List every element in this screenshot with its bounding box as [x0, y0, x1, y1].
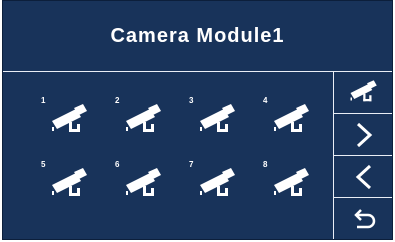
security-camera-icon — [272, 104, 312, 138]
camera-number: 3 — [189, 96, 194, 105]
return-arrow-icon — [354, 208, 376, 228]
camera-number: 8 — [263, 160, 268, 169]
security-camera-icon — [50, 168, 90, 202]
camera-button-6[interactable]: 6 — [115, 160, 185, 220]
chevron-right-icon — [356, 122, 373, 147]
chevron-left-icon — [355, 164, 372, 189]
security-camera-icon — [198, 104, 238, 138]
camera-button-5[interactable]: 5 — [41, 160, 111, 220]
camera-number: 2 — [115, 96, 120, 105]
next-page-button[interactable] — [334, 114, 392, 156]
camera-number: 1 — [41, 96, 46, 105]
security-camera-icon — [349, 80, 379, 106]
previous-page-button[interactable] — [334, 156, 392, 198]
camera-button-3[interactable]: 3 — [189, 96, 259, 156]
back-button[interactable] — [334, 198, 392, 239]
camera-button-4[interactable]: 4 — [263, 96, 333, 156]
camera-mode-button[interactable] — [334, 72, 392, 114]
camera-button-2[interactable]: 2 — [115, 96, 185, 156]
camera-number: 7 — [189, 160, 194, 169]
security-camera-icon — [50, 104, 90, 138]
camera-number: 5 — [41, 160, 46, 169]
security-camera-icon — [124, 168, 164, 202]
camera-button-8[interactable]: 8 — [263, 160, 333, 220]
camera-button-1[interactable]: 1 — [41, 96, 111, 156]
security-camera-icon — [272, 168, 312, 202]
camera-grid: 1 2 3 4 5 6 7 8 — [3, 72, 333, 240]
security-camera-icon — [198, 168, 238, 202]
page-title: Camera Module1 — [110, 24, 285, 47]
side-button-panel — [333, 72, 392, 239]
camera-button-7[interactable]: 7 — [189, 160, 259, 220]
camera-module-screen: Camera Module1 1 2 3 4 5 6 7 8 — [2, 0, 393, 240]
title-bar: Camera Module1 — [3, 1, 392, 72]
security-camera-icon — [124, 104, 164, 138]
camera-number: 6 — [115, 160, 120, 169]
camera-number: 4 — [263, 96, 268, 105]
